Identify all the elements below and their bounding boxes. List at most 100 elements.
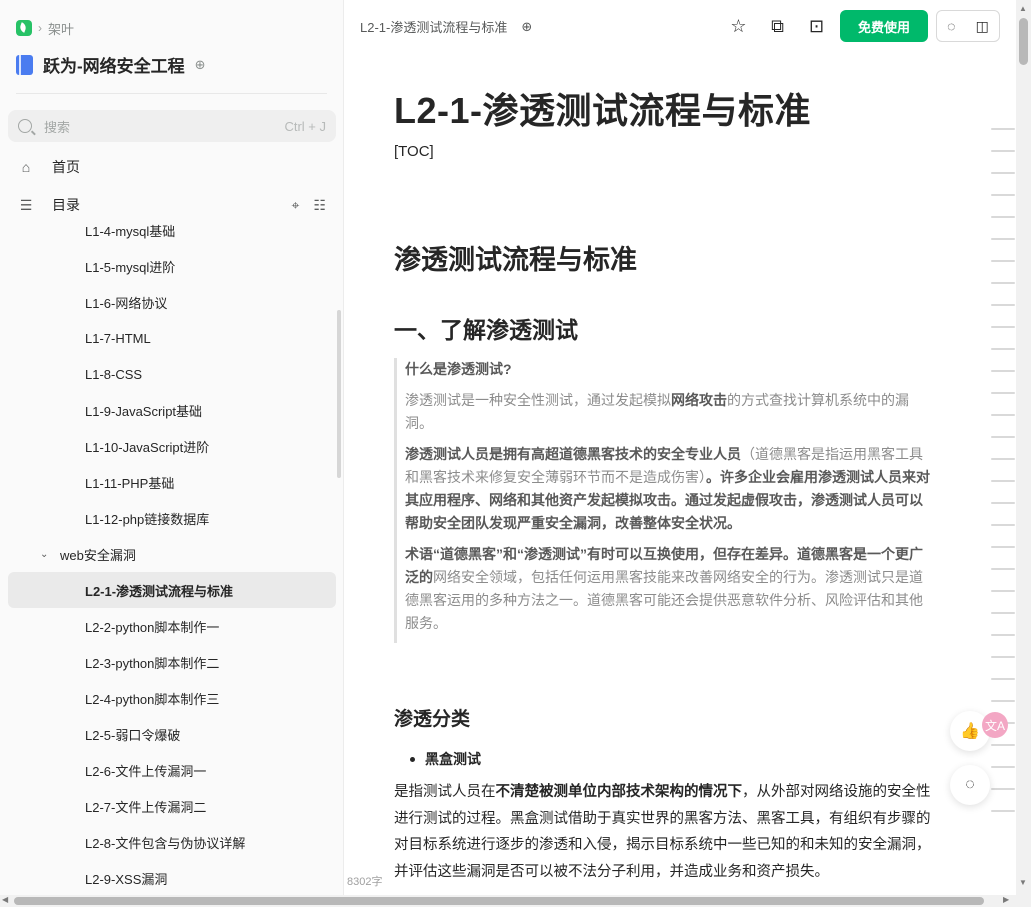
tree-item-label: L2-8-文件包含与伪协议详解 <box>85 835 246 851</box>
tree-item[interactable]: L1-6-网络协议 <box>8 284 336 320</box>
tree-item[interactable]: L1-4-mysql基础 <box>8 212 336 248</box>
tree-item-label: L2-7-文件上传漏洞二 <box>85 799 207 815</box>
catalog-list-icon: ☰ <box>19 196 33 213</box>
search-placeholder: 搜索 <box>44 119 71 135</box>
tree-item-label: L1-5-mysql进阶 <box>85 259 176 275</box>
tree-item-label: L2-1-渗透测试流程与标准 <box>85 583 234 599</box>
tree-item[interactable]: L2-3-python脚本制作二 <box>8 644 336 680</box>
comment-icon: ◌ <box>965 776 975 793</box>
tree-item-label: L1-12-php链接数据库 <box>85 511 210 527</box>
tree-item[interactable]: L1-12-php链接数据库 <box>8 500 336 536</box>
app-logo-icon[interactable] <box>16 20 32 36</box>
tree-item-selected[interactable]: L2-1-渗透测试流程与标准 <box>8 572 336 608</box>
present-icon[interactable]: ⊡ <box>797 14 836 38</box>
tree-group-label: web安全漏洞 <box>60 547 136 563</box>
tree-item[interactable]: L1-10-JavaScript进阶 <box>8 428 336 464</box>
body-paragraph: 是指测试人员在不清楚被测单位内部技术架构的情况下，从外部对网络设施的安全性进行测… <box>394 784 931 880</box>
chevron-down-icon[interactable]: ⌄ <box>40 549 52 560</box>
comment-icon[interactable]: ◌ <box>947 18 955 34</box>
tree-item-label: L1-6-网络协议 <box>85 295 168 311</box>
heading-main: 渗透测试流程与标准 <box>394 245 637 275</box>
search-shortcut: Ctrl + J <box>284 118 326 134</box>
nav-home-label: 首页 <box>52 159 80 175</box>
comment-button[interactable]: ◌ <box>950 765 990 805</box>
toc-marker: [TOC] <box>394 143 434 160</box>
blockquote: 什么是渗透测试? 渗透测试是一种安全性测试，通过发起模拟网络攻击的方式查找计算机… <box>394 358 936 643</box>
quote-paragraph: 渗透测试是一种安全性测试，通过发起模拟网络攻击的方式查找计算机系统中的漏洞。 <box>405 392 909 431</box>
tree-item[interactable]: L1-8-CSS <box>8 356 336 392</box>
tree-item[interactable]: L1-9-JavaScript基础 <box>8 392 336 428</box>
quote-paragraph: 渗透测试人员是拥有高超道德黑客技术的安全专业人员（道德黑客是指运用黑客工具和黑客… <box>405 446 930 531</box>
tree-item[interactable]: L2-6-文件上传漏洞一 <box>8 752 336 788</box>
home-icon: ⌂ <box>21 159 31 175</box>
public-globe-icon: ⊕ <box>194 56 206 72</box>
scroll-right-arrow-icon[interactable]: ▶ <box>1003 895 1009 904</box>
nav-home[interactable]: ⌂ 首页 <box>8 150 336 184</box>
collapse-tree-icon[interactable]: ☷ <box>313 197 326 214</box>
star-icon[interactable]: ☆ <box>719 14 758 38</box>
list-item-label: 黑盒测试 <box>425 751 481 767</box>
vertical-scroll-thumb[interactable] <box>1019 18 1028 65</box>
free-use-button[interactable]: 免费使用 <box>840 10 928 42</box>
horizontal-scroll-thumb[interactable] <box>14 897 984 905</box>
doc-header-title: L2-1-渗透测试流程与标准 ⊕ <box>360 17 532 36</box>
tree-item[interactable]: L2-7-文件上传漏洞二 <box>8 788 336 824</box>
header-toggle-group: ◌ ◫ <box>936 10 1000 42</box>
book-header: 跃为-网络安全工程 ⊕ <box>16 52 206 77</box>
quote-paragraph: 术语“道德黑客”和“渗透测试”有时可以互换使用，但存在差异。道德黑客是一个更广泛… <box>405 546 923 631</box>
bullet-dot <box>410 756 415 762</box>
word-count: 8302字 <box>347 876 383 888</box>
copy-icon[interactable]: ⧉ <box>758 14 797 38</box>
tree-item-label: L2-2-python脚本制作一 <box>85 619 220 635</box>
list-item: 黑盒测试 <box>410 749 481 769</box>
tree-item-label: L2-3-python脚本制作二 <box>85 655 220 671</box>
heading-section-1: 一、了解渗透测试 <box>394 317 578 343</box>
tree-item-label: L1-10-JavaScript进阶 <box>85 439 210 455</box>
tree-item-label: L2-9-XSS漏洞 <box>85 871 168 887</box>
sidebar: › 架叶 跃为-网络安全工程 ⊕ 搜索 Ctrl + J ⌂ 首页 ☰ 目录 ⌖… <box>0 0 344 907</box>
tree-item-label: L1-8-CSS <box>85 366 143 382</box>
locate-icon[interactable]: ⌖ <box>292 197 300 214</box>
doc-content: L2-1-渗透测试流程与标准 [TOC] 渗透测试流程与标准 一、了解渗透测试 … <box>344 52 1016 895</box>
chevron-right-icon: › <box>38 21 42 35</box>
translate-icon[interactable]: 文A <box>982 712 1008 738</box>
doc-title-text: L2-1-渗透测试流程与标准 <box>360 20 508 35</box>
quote-heading: 什么是渗透测试? <box>405 361 512 377</box>
catalog-tree: L1-4-mysql基础 L1-5-mysql进阶 L1-6-网络协议 L1-7… <box>8 212 336 896</box>
tree-item-label: L1-11-PHP基础 <box>85 475 175 491</box>
scroll-down-arrow-icon[interactable]: ▼ <box>1019 878 1027 887</box>
divider <box>16 93 327 94</box>
sidebar-scrollbar[interactable] <box>337 310 341 478</box>
breadcrumb-space[interactable]: 架叶 <box>48 19 74 38</box>
tree-item-label: L1-9-JavaScript基础 <box>85 403 203 419</box>
tree-item-label: L2-4-python脚本制作三 <box>85 691 220 707</box>
doc-header: L2-1-渗透测试流程与标准 ⊕ ☆ ⧉ ⊡ 免费使用 ◌ ◫ <box>344 0 1031 52</box>
public-globe-icon[interactable]: ⊕ <box>521 19 532 35</box>
tree-item-label: L1-7-HTML <box>85 330 151 346</box>
header-actions: ☆ ⧉ ⊡ <box>719 14 836 38</box>
scroll-up-arrow-icon[interactable]: ▲ <box>1019 4 1027 13</box>
tree-item-label: L1-4-mysql基础 <box>85 223 176 239</box>
tree-item[interactable]: L2-5-弱口令爆破 <box>8 716 336 752</box>
sidebar-toggle-icon[interactable]: ◫ <box>976 18 989 35</box>
scroll-left-arrow-icon[interactable]: ◀ <box>2 895 8 904</box>
tree-item[interactable]: L2-8-文件包含与伪协议详解 <box>8 824 336 860</box>
search-icon <box>18 119 32 133</box>
tree-item[interactable]: L2-9-XSS漏洞 <box>8 860 336 896</box>
tree-item[interactable]: L2-4-python脚本制作三 <box>8 680 336 716</box>
vertical-scrollbar[interactable] <box>1016 0 1031 907</box>
book-title[interactable]: 跃为-网络安全工程 <box>43 52 185 77</box>
tree-group-web-security[interactable]: ⌄ web安全漏洞 <box>8 536 336 572</box>
tree-item-label: L2-6-文件上传漏洞一 <box>85 763 207 779</box>
tree-item[interactable]: L1-11-PHP基础 <box>8 464 336 500</box>
heading-classification: 渗透分类 <box>394 709 471 730</box>
thumbs-up-icon: 👍 <box>960 723 980 740</box>
tree-item[interactable]: L1-5-mysql进阶 <box>8 248 336 284</box>
page-title: L2-1-渗透测试流程与标准 <box>394 90 812 131</box>
tree-item[interactable]: L2-2-python脚本制作一 <box>8 608 336 644</box>
search-input[interactable]: 搜索 Ctrl + J <box>8 110 336 142</box>
book-icon <box>16 54 33 75</box>
tree-item[interactable]: L1-7-HTML <box>8 320 336 356</box>
breadcrumb: › 架叶 <box>16 19 74 37</box>
tree-item-label: L2-5-弱口令爆破 <box>85 727 181 743</box>
